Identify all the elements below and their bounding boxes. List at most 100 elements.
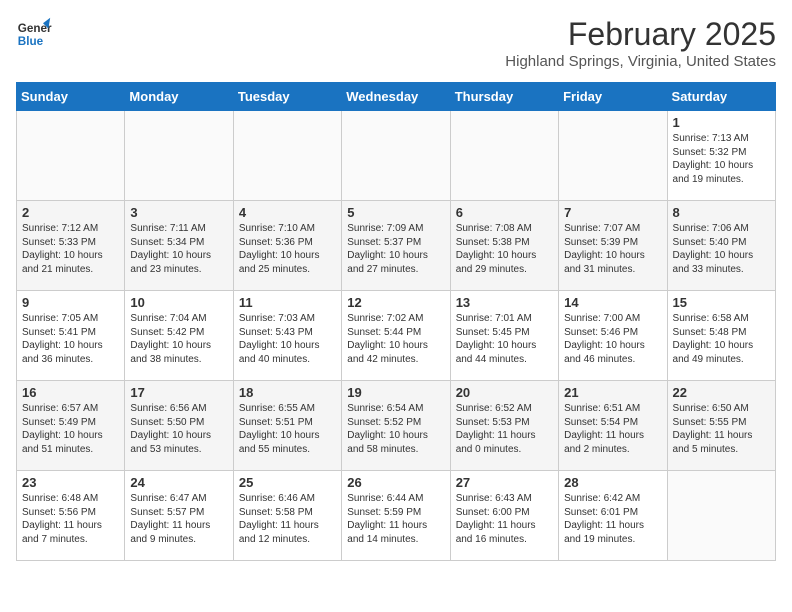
day-number: 12 <box>347 295 444 310</box>
calendar-cell: 7 Sunrise: 7:07 AM Sunset: 5:39 PM Daylig… <box>559 201 667 291</box>
day-info: Sunrise: 7:09 AM Sunset: 5:37 PM Dayligh… <box>347 222 444 276</box>
day-number: 22 <box>673 385 770 400</box>
calendar-cell: 21 Sunrise: 6:51 AM Sunset: 5:54 PM Dayli… <box>559 381 667 471</box>
day-info: Sunrise: 7:13 AM Sunset: 5:32 PM Dayligh… <box>673 132 770 186</box>
day-info: Sunrise: 6:46 AM Sunset: 5:58 PM Dayligh… <box>239 492 336 546</box>
calendar-cell: 24 Sunrise: 6:47 AM Sunset: 5:57 PM Dayli… <box>125 471 233 561</box>
title-area: February 2025 Highland Springs, Virginia… <box>505 16 776 70</box>
weekday-header-sunday: Sunday <box>17 83 125 111</box>
day-info: Sunrise: 7:11 AM Sunset: 5:34 PM Dayligh… <box>130 222 227 276</box>
calendar-cell: 1 Sunrise: 7:13 AM Sunset: 5:32 PM Daylig… <box>667 111 775 201</box>
day-number: 25 <box>239 475 336 490</box>
calendar-cell: 18Sunrise: 6:55 AM Sunset: 5:51 PM Dayli… <box>233 381 341 471</box>
calendar-subtitle: Highland Springs, Virginia, United State… <box>505 53 776 70</box>
day-info: Sunrise: 7:05 AM Sunset: 5:41 PM Dayligh… <box>22 312 119 366</box>
day-info: Sunrise: 7:03 AM Sunset: 5:43 PM Dayligh… <box>239 312 336 366</box>
calendar-cell <box>233 111 341 201</box>
day-info: Sunrise: 6:51 AM Sunset: 5:54 PM Dayligh… <box>564 402 661 456</box>
day-number: 26 <box>347 475 444 490</box>
calendar-cell: 3 Sunrise: 7:11 AM Sunset: 5:34 PM Daylig… <box>125 201 233 291</box>
day-info: Sunrise: 6:57 AM Sunset: 5:49 PM Dayligh… <box>22 402 119 456</box>
day-number: 13 <box>456 295 553 310</box>
day-number: 24 <box>130 475 227 490</box>
day-number: 21 <box>564 385 661 400</box>
logo-icon: General Blue <box>16 16 52 52</box>
calendar-cell <box>342 111 450 201</box>
day-number: 20 <box>456 385 553 400</box>
calendar-cell <box>559 111 667 201</box>
calendar-cell: 4 Sunrise: 7:10 AM Sunset: 5:36 PM Daylig… <box>233 201 341 291</box>
day-info: Sunrise: 6:55 AM Sunset: 5:51 PM Dayligh… <box>239 402 336 456</box>
calendar-cell <box>667 471 775 561</box>
day-number: 2 <box>22 205 119 220</box>
calendar-cell: 22 Sunrise: 6:50 AM Sunset: 5:55 PM Dayli… <box>667 381 775 471</box>
calendar-cell <box>450 111 558 201</box>
logo: General Blue <box>16 16 52 52</box>
day-number: 16 <box>22 385 119 400</box>
day-number: 10 <box>130 295 227 310</box>
calendar-cell: 14 Sunrise: 7:00 AM Sunset: 5:46 PM Dayli… <box>559 291 667 381</box>
calendar-cell: 5 Sunrise: 7:09 AM Sunset: 5:37 PM Daylig… <box>342 201 450 291</box>
day-info: Sunrise: 7:02 AM Sunset: 5:44 PM Dayligh… <box>347 312 444 366</box>
calendar-cell: 17 Sunrise: 6:56 AM Sunset: 5:50 PM Dayli… <box>125 381 233 471</box>
week-row-3: 9 Sunrise: 7:05 AM Sunset: 5:41 PM Daylig… <box>17 291 776 381</box>
calendar-cell: 20 Sunrise: 6:52 AM Sunset: 5:53 PM Dayli… <box>450 381 558 471</box>
day-info: Sunrise: 6:43 AM Sunset: 6:00 PM Dayligh… <box>456 492 553 546</box>
day-number: 1 <box>673 115 770 130</box>
day-info: Sunrise: 6:42 AM Sunset: 6:01 PM Dayligh… <box>564 492 661 546</box>
calendar-cell: 25 Sunrise: 6:46 AM Sunset: 5:58 PM Dayli… <box>233 471 341 561</box>
day-info: Sunrise: 6:52 AM Sunset: 5:53 PM Dayligh… <box>456 402 553 456</box>
day-info: Sunrise: 7:08 AM Sunset: 5:38 PM Dayligh… <box>456 222 553 276</box>
calendar-cell: 12 Sunrise: 7:02 AM Sunset: 5:44 PM Dayli… <box>342 291 450 381</box>
day-number: 19 <box>347 385 444 400</box>
day-number: 4 <box>239 205 336 220</box>
calendar-cell: 8Sunrise: 7:06 AM Sunset: 5:40 PM Daylig… <box>667 201 775 291</box>
calendar-cell: 2 Sunrise: 7:12 AM Sunset: 5:33 PM Daylig… <box>17 201 125 291</box>
weekday-header-wednesday: Wednesday <box>342 83 450 111</box>
day-info: Sunrise: 7:07 AM Sunset: 5:39 PM Dayligh… <box>564 222 661 276</box>
day-number: 9 <box>22 295 119 310</box>
day-info: Sunrise: 7:00 AM Sunset: 5:46 PM Dayligh… <box>564 312 661 366</box>
day-number: 7 <box>564 205 661 220</box>
weekday-header-monday: Monday <box>125 83 233 111</box>
calendar-cell: 11Sunrise: 7:03 AM Sunset: 5:43 PM Dayli… <box>233 291 341 381</box>
day-info: Sunrise: 6:50 AM Sunset: 5:55 PM Dayligh… <box>673 402 770 456</box>
day-number: 14 <box>564 295 661 310</box>
calendar-cell: 9 Sunrise: 7:05 AM Sunset: 5:41 PM Daylig… <box>17 291 125 381</box>
day-info: Sunrise: 7:10 AM Sunset: 5:36 PM Dayligh… <box>239 222 336 276</box>
weekday-header-friday: Friday <box>559 83 667 111</box>
week-row-1: 1 Sunrise: 7:13 AM Sunset: 5:32 PM Daylig… <box>17 111 776 201</box>
calendar-cell: 23 Sunrise: 6:48 AM Sunset: 5:56 PM Dayli… <box>17 471 125 561</box>
calendar-cell: 13 Sunrise: 7:01 AM Sunset: 5:45 PM Dayli… <box>450 291 558 381</box>
calendar-cell: 19Sunrise: 6:54 AM Sunset: 5:52 PM Dayli… <box>342 381 450 471</box>
week-row-4: 16 Sunrise: 6:57 AM Sunset: 5:49 PM Dayli… <box>17 381 776 471</box>
day-info: Sunrise: 6:56 AM Sunset: 5:50 PM Dayligh… <box>130 402 227 456</box>
weekday-header-tuesday: Tuesday <box>233 83 341 111</box>
day-info: Sunrise: 7:06 AM Sunset: 5:40 PM Dayligh… <box>673 222 770 276</box>
day-info: Sunrise: 6:44 AM Sunset: 5:59 PM Dayligh… <box>347 492 444 546</box>
day-number: 15 <box>673 295 770 310</box>
calendar-cell: 10Sunrise: 7:04 AM Sunset: 5:42 PM Dayli… <box>125 291 233 381</box>
day-number: 5 <box>347 205 444 220</box>
day-number: 28 <box>564 475 661 490</box>
calendar-cell: 6 Sunrise: 7:08 AM Sunset: 5:38 PM Daylig… <box>450 201 558 291</box>
weekday-header-saturday: Saturday <box>667 83 775 111</box>
day-info: Sunrise: 6:47 AM Sunset: 5:57 PM Dayligh… <box>130 492 227 546</box>
calendar-cell: 26 Sunrise: 6:44 AM Sunset: 5:59 PM Dayli… <box>342 471 450 561</box>
week-row-2: 2 Sunrise: 7:12 AM Sunset: 5:33 PM Daylig… <box>17 201 776 291</box>
day-info: Sunrise: 6:48 AM Sunset: 5:56 PM Dayligh… <box>22 492 119 546</box>
week-row-5: 23 Sunrise: 6:48 AM Sunset: 5:56 PM Dayli… <box>17 471 776 561</box>
calendar-cell <box>125 111 233 201</box>
calendar-title: February 2025 <box>505 16 776 53</box>
day-info: Sunrise: 7:01 AM Sunset: 5:45 PM Dayligh… <box>456 312 553 366</box>
day-number: 27 <box>456 475 553 490</box>
day-number: 23 <box>22 475 119 490</box>
calendar-cell: 28 Sunrise: 6:42 AM Sunset: 6:01 PM Dayli… <box>559 471 667 561</box>
day-info: Sunrise: 7:12 AM Sunset: 5:33 PM Dayligh… <box>22 222 119 276</box>
day-number: 17 <box>130 385 227 400</box>
calendar-table: SundayMondayTuesdayWednesdayThursdayFrid… <box>16 82 776 561</box>
day-info: Sunrise: 6:58 AM Sunset: 5:48 PM Dayligh… <box>673 312 770 366</box>
day-number: 3 <box>130 205 227 220</box>
calendar-cell: 15 Sunrise: 6:58 AM Sunset: 5:48 PM Dayli… <box>667 291 775 381</box>
day-number: 6 <box>456 205 553 220</box>
